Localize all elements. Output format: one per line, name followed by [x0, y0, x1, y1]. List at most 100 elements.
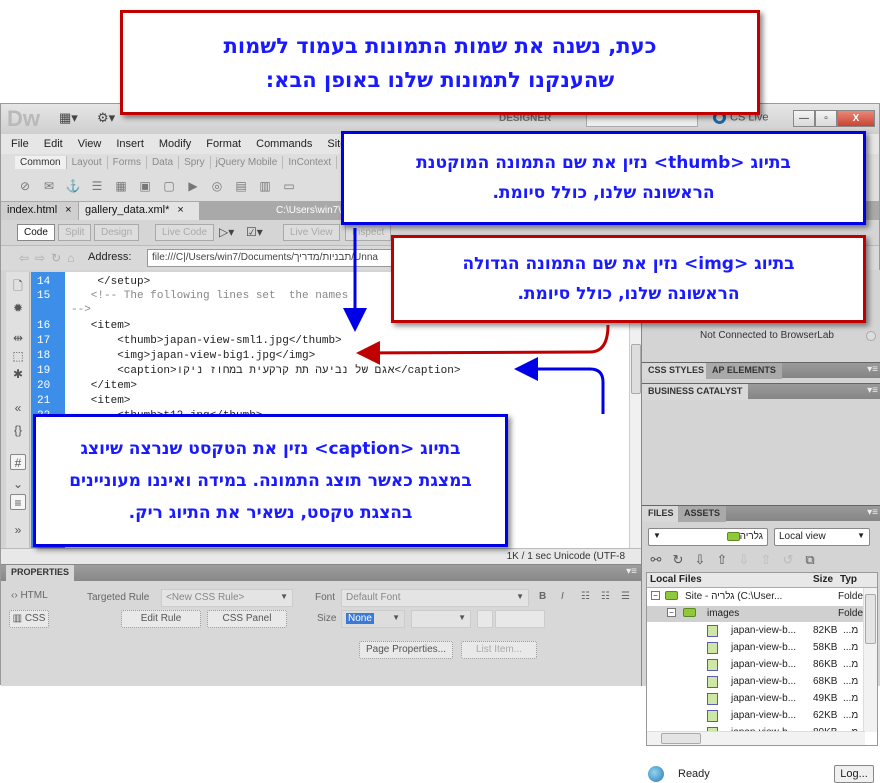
html-mode-button[interactable]: ‹› HTML	[11, 590, 48, 601]
open-documents-icon[interactable]: 🗋	[10, 278, 26, 294]
images-folder-row[interactable]: − images Folde	[647, 606, 865, 622]
insert-tab-data[interactable]: Data	[147, 156, 180, 169]
page-properties-button[interactable]: Page Properties...	[359, 641, 453, 659]
column-local-files[interactable]: Local Files	[650, 574, 702, 585]
insert-tab-common[interactable]: Common	[15, 156, 67, 169]
close-button[interactable]: X	[837, 110, 875, 127]
inspect-arrow-icon[interactable]: ▷▾	[219, 225, 234, 239]
insert-tab-spry[interactable]: Spry	[179, 156, 211, 169]
insert-tab-forms[interactable]: Forms	[108, 156, 147, 169]
media-icon[interactable]: ▶	[185, 178, 201, 194]
files-horizontal-scrollbar[interactable]	[647, 731, 865, 745]
collapse-icon[interactable]: −	[667, 608, 676, 617]
more-icon[interactable]: »	[10, 522, 26, 538]
list-item-button[interactable]: List Item...	[461, 641, 537, 659]
code-view-button[interactable]: Code	[17, 224, 55, 241]
tab-files[interactable]: FILES	[642, 506, 680, 522]
check-in-icon[interactable]: ⇧	[758, 552, 774, 568]
collapse-full-tag-icon[interactable]: ⇹	[10, 330, 26, 346]
date-icon[interactable]: ▤	[233, 178, 249, 194]
image-icon[interactable]: ▢	[161, 178, 177, 194]
scroll-thumb[interactable]	[631, 344, 641, 394]
font-select[interactable]: Default Font ▼	[341, 589, 529, 607]
file-row[interactable]: japan-view-b... 58KB ...מ	[647, 640, 865, 656]
edit-rule-button[interactable]: Edit Rule	[121, 610, 201, 628]
targeted-rule-select[interactable]: <New CSS Rule> ▼	[161, 589, 293, 607]
horizontal-rule-icon[interactable]: ☰	[89, 178, 105, 194]
properties-tab[interactable]: PROPERTIES	[6, 565, 75, 581]
tab-css-styles[interactable]: CSS STYLES	[642, 363, 711, 379]
close-icon[interactable]: ×	[177, 204, 183, 216]
insert-tab-jquery-mobile[interactable]: jQuery Mobile	[211, 156, 284, 169]
email-link-icon[interactable]: ✉	[41, 178, 57, 194]
widget-icon[interactable]: ◎	[209, 178, 225, 194]
server-side-include-icon[interactable]: ▥	[257, 178, 273, 194]
expand-panel-icon[interactable]: ⧉	[802, 552, 818, 568]
inspect-button[interactable]: Inspect	[345, 224, 392, 241]
scroll-thumb[interactable]	[661, 733, 701, 744]
menu-modify[interactable]: Modify	[159, 138, 191, 150]
panel-menu-icon[interactable]: ▾≡	[626, 566, 637, 577]
file-row[interactable]: japan-view-b... 86KB ...מ	[647, 657, 865, 673]
expand-all-icon[interactable]: ✱	[10, 366, 26, 382]
panel-menu-icon[interactable]: ▾≡	[867, 364, 878, 375]
indent-icon[interactable]: ☰	[621, 591, 630, 602]
restore-button[interactable]: ▫	[815, 110, 837, 127]
select-parent-tag-icon[interactable]: «	[10, 400, 26, 416]
close-icon[interactable]: ×	[65, 204, 71, 216]
menu-view[interactable]: View	[78, 138, 102, 150]
file-row[interactable]: japan-view-b... 62KB ...מ	[647, 708, 865, 724]
named-anchor-icon[interactable]: ⚓	[65, 178, 81, 194]
css-panel-button[interactable]: CSS Panel	[207, 610, 287, 628]
collapse-icon[interactable]: −	[651, 591, 660, 600]
balance-braces-icon[interactable]: {}	[10, 422, 26, 438]
color-input[interactable]	[495, 610, 545, 628]
menu-format[interactable]: Format	[206, 138, 241, 150]
layout-icon[interactable]: ▦▾	[59, 110, 78, 126]
file-row[interactable]: japan-view-b... 82KB ...מ	[647, 623, 865, 639]
bold-icon[interactable]: B	[539, 591, 546, 602]
live-code-button[interactable]: Live Code	[155, 224, 215, 241]
synchronize-icon[interactable]: ↺	[780, 552, 796, 568]
unordered-list-icon[interactable]: ☷	[581, 591, 590, 602]
size-select[interactable]: None ▼	[341, 610, 405, 628]
split-view-button[interactable]: Split	[58, 224, 92, 241]
column-type[interactable]: Typ	[840, 574, 857, 585]
tab-assets[interactable]: ASSETS	[678, 506, 727, 522]
line-numbers-icon[interactable]: #	[10, 454, 26, 470]
refresh-icon[interactable]: ↻	[670, 552, 686, 568]
insert-tab-layout[interactable]: Layout	[67, 156, 108, 169]
design-view-button[interactable]: Design	[94, 224, 140, 241]
gear-icon[interactable]: ⚙▾	[97, 110, 115, 126]
insert-tab-incontext[interactable]: InContext	[283, 156, 338, 169]
color-picker[interactable]	[477, 610, 493, 628]
site-select[interactable]: ▼ גלריה	[648, 528, 768, 546]
file-row[interactable]: japan-view-b... 49KB ...מ	[647, 691, 865, 707]
highlight-invalid-code-icon[interactable]: ⌄	[10, 476, 26, 492]
tab-index-html[interactable]: index.html ×	[1, 202, 78, 220]
italic-icon[interactable]: I	[561, 591, 564, 602]
check-out-icon[interactable]: ⇩	[736, 552, 752, 568]
validate-icon[interactable]: ☑▾	[246, 225, 263, 239]
get-files-icon[interactable]: ⇩	[692, 552, 708, 568]
menu-edit[interactable]: Edit	[44, 138, 63, 150]
scroll-thumb[interactable]	[865, 594, 876, 644]
files-vertical-scrollbar[interactable]	[863, 588, 877, 732]
hyperlink-icon[interactable]: ⊘	[17, 178, 33, 194]
collapse-selection-icon[interactable]: ⬚	[10, 348, 26, 364]
connect-icon[interactable]: ⚯	[648, 552, 664, 568]
site-root-row[interactable]: − Site - גלריה (C:\User... Folde	[647, 589, 865, 605]
tab-ap-elements[interactable]: AP ELEMENTS	[706, 363, 782, 379]
minimize-button[interactable]: —	[793, 110, 815, 127]
css-mode-button[interactable]: ▥ CSS	[9, 610, 49, 628]
log-button[interactable]: Log...	[834, 765, 874, 783]
menu-commands[interactable]: Commands	[256, 138, 312, 150]
menu-file[interactable]: File	[11, 138, 29, 150]
column-size[interactable]: Size	[813, 574, 833, 585]
table-icon[interactable]: ▦	[113, 178, 129, 194]
live-view-button[interactable]: Live View	[283, 224, 340, 241]
word-wrap-icon[interactable]: ≡	[10, 494, 26, 510]
file-row[interactable]: japan-view-b... 68KB ...מ	[647, 674, 865, 690]
menu-insert[interactable]: Insert	[116, 138, 144, 150]
panel-menu-icon[interactable]: ▾≡	[867, 385, 878, 396]
